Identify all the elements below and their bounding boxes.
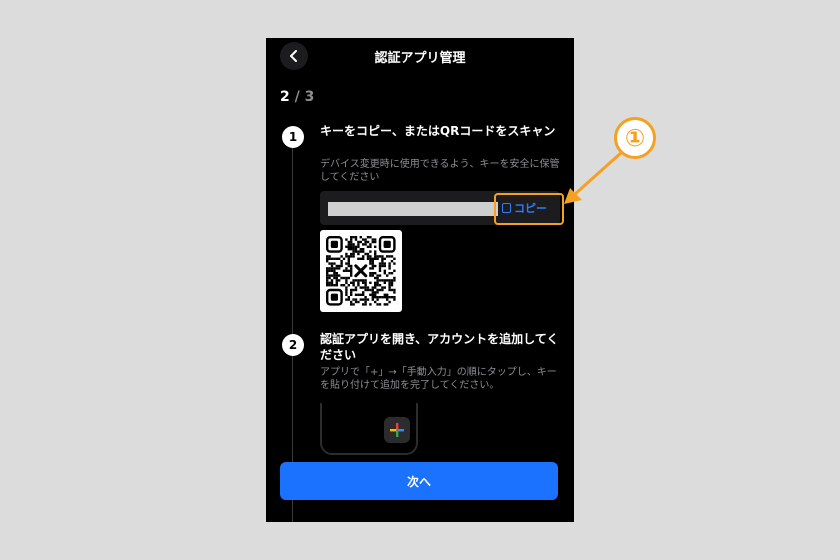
- annotation-arrow: [564, 150, 624, 204]
- annotation-marker: ①: [614, 117, 656, 159]
